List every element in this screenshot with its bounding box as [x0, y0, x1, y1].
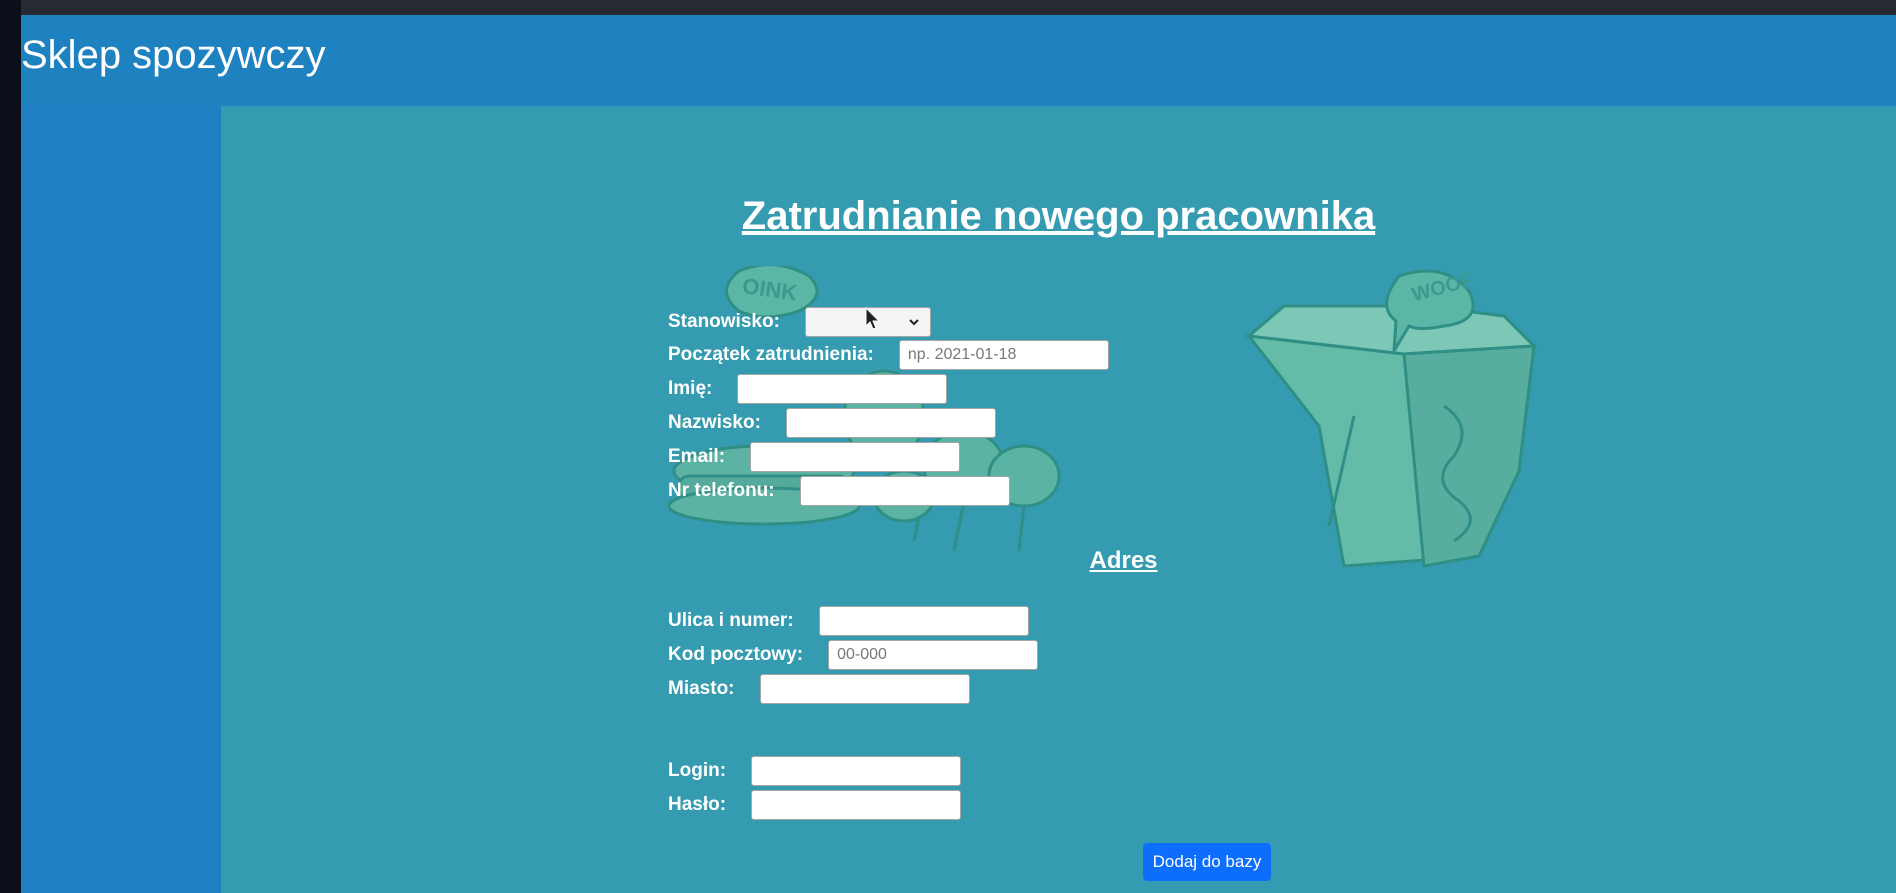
desktop-edge	[0, 0, 21, 893]
email-input[interactable]	[750, 442, 961, 472]
stanowisko-label: Stanowisko:	[668, 311, 780, 332]
row-imie: Imię:	[668, 373, 948, 405]
row-login: Login:	[668, 755, 962, 787]
site-header: Sklep spozywczy	[21, 15, 1896, 106]
row-telefon: Nr telefonu:	[668, 475, 1010, 507]
row-kod: Kod pocztowy:	[668, 639, 1039, 671]
login-input[interactable]	[751, 756, 962, 786]
street-input[interactable]	[818, 606, 1029, 636]
window-top-bar	[0, 0, 1896, 15]
sidebar	[21, 106, 221, 893]
last-name-input[interactable]	[785, 408, 996, 438]
haslo-label: Hasło:	[668, 794, 727, 815]
ulica-label: Ulica i numer:	[668, 610, 794, 631]
row-poczatek: Początek zatrudnienia:	[668, 339, 1109, 371]
password-input[interactable]	[751, 790, 962, 820]
submit-button[interactable]: Dodaj do bazy	[1143, 843, 1271, 881]
postal-code-input[interactable]	[828, 640, 1039, 670]
row-email: Email:	[668, 441, 961, 473]
row-stanowisko: Stanowisko:	[668, 306, 931, 338]
imie-label: Imię:	[668, 378, 713, 399]
poczatek-label: Początek zatrudnienia:	[668, 344, 874, 365]
chevron-down-icon	[909, 319, 919, 326]
start-date-input[interactable]	[898, 340, 1109, 370]
nazwisko-label: Nazwisko:	[668, 412, 761, 433]
phone-input[interactable]	[799, 476, 1010, 506]
mouse-cursor-icon	[865, 307, 881, 330]
city-input[interactable]	[759, 674, 970, 704]
login-label: Login:	[668, 760, 727, 781]
miasto-label: Miasto:	[668, 678, 735, 699]
email-label: Email:	[668, 446, 726, 467]
row-ulica: Ulica i numer:	[668, 605, 1029, 637]
row-nazwisko: Nazwisko:	[668, 407, 996, 439]
site-title: Sklep spozywczy	[21, 33, 326, 77]
page-title: Zatrudnianie nowego pracownika	[741, 194, 1376, 238]
first-name-input[interactable]	[737, 374, 948, 404]
row-miasto: Miasto:	[668, 673, 970, 705]
main-content: OINK WOOF Zatrudnianie nowego pracownika…	[221, 106, 1896, 893]
row-haslo: Hasło:	[668, 789, 962, 821]
telefon-label: Nr telefonu:	[668, 480, 775, 501]
kod-label: Kod pocztowy:	[668, 644, 804, 665]
address-heading: Adres	[1089, 547, 1158, 574]
